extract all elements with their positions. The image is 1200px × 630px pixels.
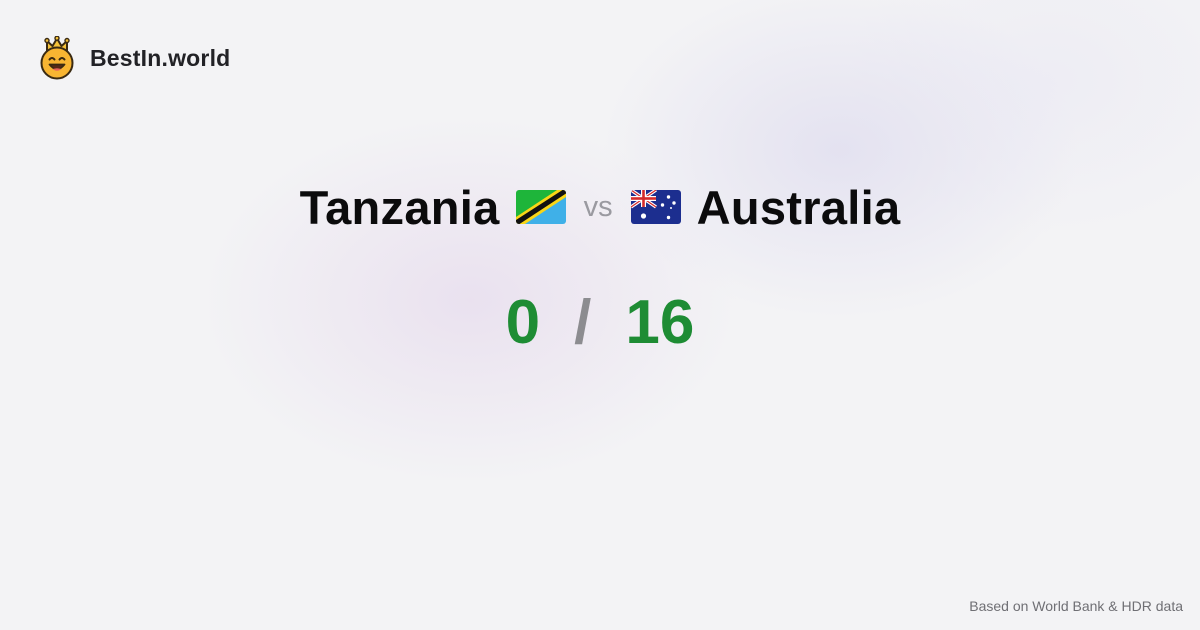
crowned-smiley-icon [40,36,74,80]
comparison-headline: Tanzania vs Australia [0,176,1200,238]
australia-flag-icon [630,190,681,224]
tanzania-flag-icon [515,190,566,224]
data-source-note: Based on World Bank & HDR data [969,598,1183,614]
left-score: 0 [505,287,541,357]
score-display: 0 / 16 [0,284,1200,360]
brand-logo[interactable]: BestIn.world [38,36,230,80]
right-score: 16 [625,287,695,357]
vs-label: vs [583,190,613,223]
score-separator: / [574,287,592,357]
left-country-name: Tanzania [299,180,500,234]
right-country-name: Australia [696,180,901,234]
brand-name: BestIn.world [90,44,231,71]
